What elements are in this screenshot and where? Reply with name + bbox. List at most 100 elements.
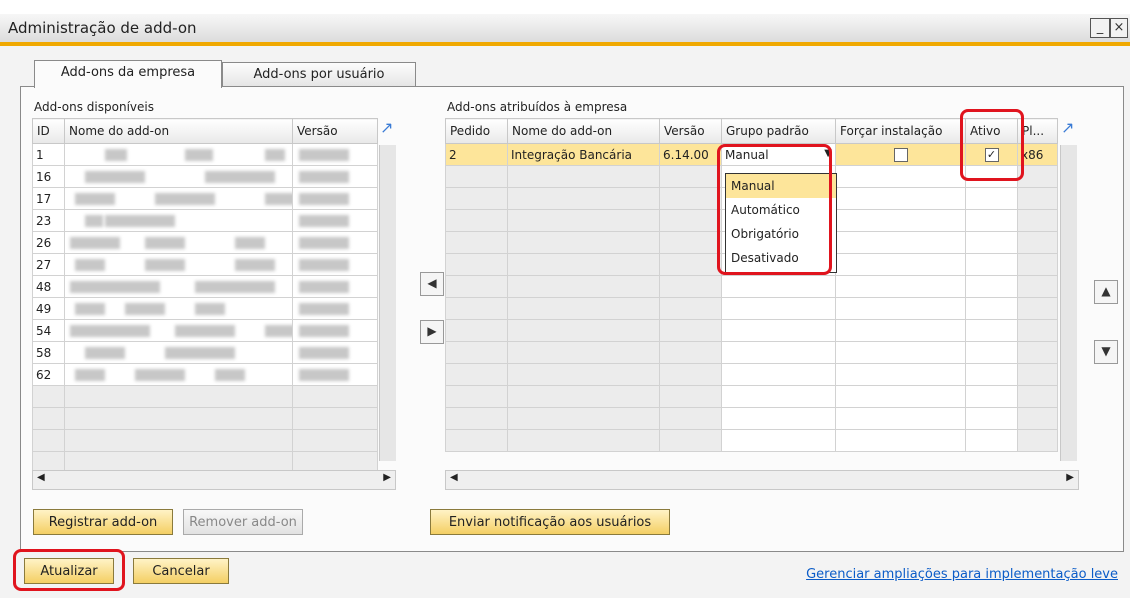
empty-cell — [721, 275, 836, 298]
expand-icon[interactable]: ↗ — [380, 118, 393, 137]
col-id[interactable]: ID — [32, 118, 65, 144]
id-cell: 26 — [32, 231, 65, 254]
addon-name-cell — [64, 165, 293, 188]
arrow-down-icon: ▼ — [1101, 344, 1111, 358]
right-horizontal-scrollbar[interactable]: ◀ ▶ — [445, 470, 1079, 490]
col-version[interactable]: Versão — [292, 118, 378, 144]
empty-row — [445, 363, 1058, 386]
default-group-select[interactable]: Manual ▼ — [721, 143, 836, 166]
dropdown-option[interactable]: Manual — [726, 174, 836, 198]
version-cell — [292, 275, 378, 298]
empty-cell — [507, 407, 660, 430]
empty-cell — [1017, 319, 1058, 342]
empty-cell — [721, 319, 836, 342]
redacted-text — [299, 259, 349, 271]
empty-cell — [1017, 341, 1058, 364]
table-row[interactable]: 54 — [32, 319, 378, 342]
redacted-text — [299, 215, 349, 227]
left-vertical-scrollbar[interactable] — [379, 145, 396, 461]
empty-cell — [835, 407, 966, 430]
col-addon-name[interactable]: Nome do add-on — [507, 118, 660, 144]
remove-addon-button[interactable]: Remover add-on — [183, 509, 303, 535]
version-cell — [292, 319, 378, 342]
empty-cell — [965, 341, 1018, 364]
empty-cell — [659, 429, 722, 452]
empty-cell — [965, 165, 1018, 188]
id-cell: 62 — [32, 363, 65, 386]
empty-cell — [32, 407, 65, 430]
empty-cell — [507, 297, 660, 320]
empty-cell — [721, 385, 836, 408]
close-button[interactable]: × — [1110, 18, 1128, 38]
empty-cell — [721, 429, 836, 452]
dropdown-option[interactable]: Automático — [726, 198, 836, 222]
empty-row — [32, 385, 378, 408]
table-row[interactable]: 58 — [32, 341, 378, 364]
col-platform[interactable]: Pl... — [1017, 118, 1058, 144]
table-row[interactable]: 62 — [32, 363, 378, 386]
empty-cell — [721, 407, 836, 430]
redacted-text — [105, 215, 175, 227]
table-row[interactable]: 23 — [32, 209, 378, 232]
move-left-button[interactable]: ◀ — [420, 272, 444, 296]
minimize-button[interactable]: _ — [1090, 18, 1110, 38]
redacted-text — [70, 237, 120, 249]
scroll-left-icon[interactable]: ◀ — [450, 472, 458, 483]
col-active[interactable]: Ativo — [965, 118, 1018, 144]
table-row[interactable]: 17 — [32, 187, 378, 210]
empty-cell — [659, 231, 722, 254]
active-checkbox[interactable]: ✓ — [984, 147, 999, 162]
redacted-text — [175, 325, 235, 337]
empty-cell — [1017, 429, 1058, 452]
redacted-text — [125, 303, 165, 315]
register-addon-button[interactable]: Registrar add-on — [33, 509, 173, 535]
manage-extensions-link[interactable]: Gerenciar ampliações para implementação … — [806, 567, 1118, 582]
move-right-button[interactable]: ▶ — [420, 320, 444, 344]
empty-cell — [721, 363, 836, 386]
redacted-text — [195, 303, 225, 315]
scroll-left-icon[interactable]: ◀ — [37, 472, 45, 483]
empty-cell — [659, 363, 722, 386]
scroll-right-icon[interactable]: ▶ — [1066, 472, 1074, 483]
col-version[interactable]: Versão — [659, 118, 722, 144]
col-addon-name[interactable]: Nome do add-on — [64, 118, 293, 144]
empty-cell — [445, 209, 508, 232]
table-row[interactable]: 49 — [32, 297, 378, 320]
empty-row — [32, 429, 378, 452]
dropdown-option[interactable]: Obrigatório — [726, 222, 836, 246]
col-force-install[interactable]: Forçar instalação — [835, 118, 966, 144]
scroll-right-icon[interactable]: ▶ — [383, 472, 391, 483]
send-notification-button[interactable]: Enviar notificação aos usuários — [430, 509, 670, 535]
table-row[interactable]: 2 Integração Bancária 6.14.00 Manual ▼ ✓ … — [445, 143, 1058, 166]
right-vertical-scrollbar[interactable] — [1060, 145, 1077, 461]
table-row[interactable]: 27 — [32, 253, 378, 276]
id-cell: 48 — [32, 275, 65, 298]
tab-company-addons[interactable]: Add-ons da empresa — [34, 60, 222, 88]
cancel-button[interactable]: Cancelar — [133, 558, 229, 584]
move-down-button[interactable]: ▼ — [1094, 340, 1118, 364]
update-button[interactable]: Atualizar — [24, 558, 114, 584]
empty-cell — [445, 165, 508, 188]
empty-cell — [507, 341, 660, 364]
force-install-checkbox[interactable] — [893, 147, 908, 162]
dropdown-option[interactable]: Desativado — [726, 246, 836, 270]
move-up-button[interactable]: ▲ — [1094, 280, 1118, 304]
col-order[interactable]: Pedido — [445, 118, 508, 144]
table-row[interactable]: 26 — [32, 231, 378, 254]
expand-icon[interactable]: ↗ — [1061, 118, 1074, 137]
col-default-group[interactable]: Grupo padrão — [721, 118, 836, 144]
table-row[interactable]: 48 — [32, 275, 378, 298]
tab-user-addons[interactable]: Add-ons por usuário — [222, 62, 416, 87]
empty-cell — [659, 165, 722, 188]
table-row[interactable]: 1 — [32, 143, 378, 166]
table-row[interactable]: 16 — [32, 165, 378, 188]
left-horizontal-scrollbar[interactable]: ◀ ▶ — [32, 470, 396, 490]
default-group-dropdown[interactable]: Manual Automático Obrigatório Desativado — [725, 173, 837, 273]
empty-cell — [659, 253, 722, 276]
empty-row — [445, 341, 1058, 364]
dropdown-arrow-icon[interactable]: ▼ — [824, 148, 832, 159]
empty-cell — [32, 385, 65, 408]
empty-cell — [835, 209, 966, 232]
id-cell: 54 — [32, 319, 65, 342]
version-cell — [292, 209, 378, 232]
